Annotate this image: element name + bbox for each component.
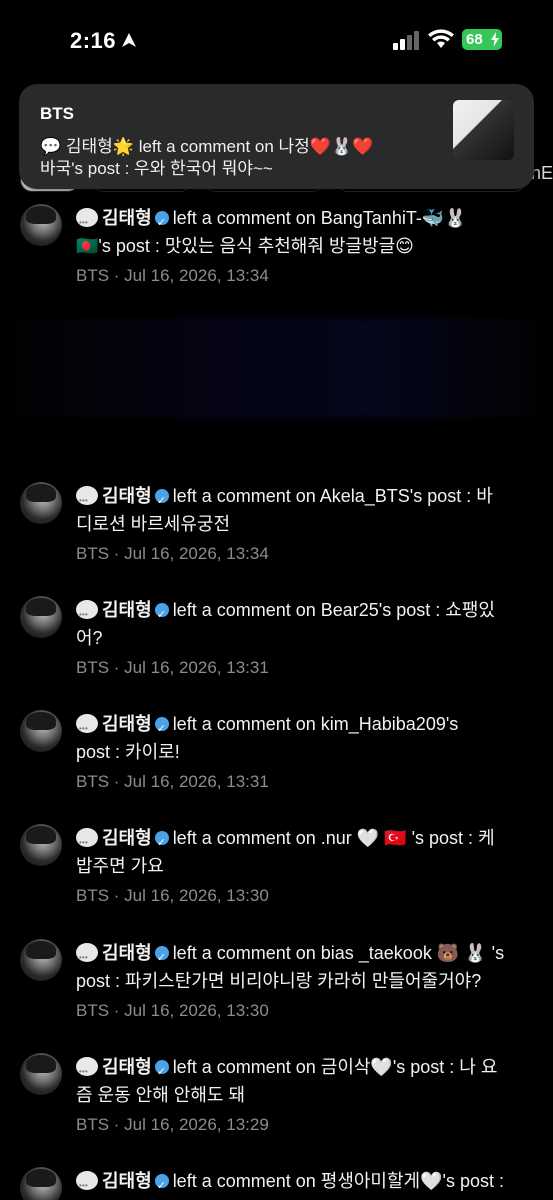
notification-text: 김태형 left a comment on bias _taekook 🐻 🐰 '… (76, 939, 536, 995)
verified-badge-icon (154, 487, 169, 515)
notification-text: 김태형 left a comment on Akela_BTS's post : … (76, 482, 536, 538)
avatar[interactable] (20, 482, 62, 524)
speech-bubble-icon (76, 714, 98, 743)
notification-message-cont: 디로션 바르세유궁전 (76, 514, 231, 534)
verified-badge-icon (154, 715, 169, 743)
status-bar: 2:16 68 (0, 0, 553, 80)
avatar[interactable] (20, 824, 62, 866)
avatar[interactable] (20, 1053, 62, 1095)
notification-text: 김태형 left a comment on 금이삭🤍's post : 나 요 즘… (76, 1053, 536, 1109)
notification-text: 김태형 left a comment on .nur 🤍 🇹🇷 's post :… (76, 824, 536, 880)
verified-badge-icon (154, 1058, 169, 1086)
notification-message: left a comment on Akela_BTS's post : 바 (172, 486, 493, 506)
notification-message-cont: 어? (76, 628, 103, 648)
avatar[interactable] (20, 939, 62, 981)
battery-indicator: 68 (462, 29, 502, 50)
speech-bubble-icon (76, 1057, 98, 1086)
notification-message: left a comment on BangTanhiT-🐳🐰 (172, 208, 467, 228)
notification-message-cont: 🇧🇩's post : 맛있는 음식 추천해줘 방글방글😊 (76, 236, 414, 256)
avatar[interactable] (20, 204, 62, 246)
notification-meta: BTS · Jul 16, 2026, 13:31 (76, 658, 269, 677)
status-time: 2:16 (70, 28, 117, 53)
speech-bubble-icon (76, 600, 98, 629)
speech-bubble-icon (76, 208, 98, 237)
battery-level: 68 (466, 31, 483, 48)
verified-badge-icon (154, 209, 169, 237)
speech-bubble-icon (76, 943, 98, 972)
username[interactable]: 김태형 (102, 1057, 152, 1077)
notification-text: 김태형 left a comment on Bear25's post : 쇼팽있… (76, 596, 536, 652)
speech-bubble-icon (76, 1171, 98, 1200)
notification-text: 김태형 left a comment on 평생아미할게🤍's post : (76, 1167, 536, 1200)
verified-badge-icon (154, 944, 169, 972)
notification-message-cont: post : 파키스탄가면 비리야니랑 카라히 만들어줄거야? (76, 971, 482, 991)
wifi-icon (428, 29, 454, 48)
avatar[interactable] (20, 1167, 62, 1200)
blurred-media (16, 318, 536, 418)
notification-message: left a comment on Bear25's post : 쇼팽있 (172, 600, 495, 620)
notification-message-cont: 밥주면 가요 (76, 856, 164, 876)
avatar[interactable] (20, 710, 62, 752)
verified-badge-icon (154, 829, 169, 857)
push-notification-banner[interactable]: BTS 💬 김태형🌟 left a comment on 나정❤️🐰❤️ 바국'… (19, 84, 534, 189)
filter-chip-label: nE (530, 163, 553, 183)
speech-bubble-icon (76, 828, 98, 857)
notification-meta: BTS · Jul 16, 2026, 13:34 (76, 544, 269, 563)
charging-bolt-icon (491, 32, 499, 47)
notification-text: 김태형 left a comment on BangTanhiT-🐳🐰 🇧🇩's … (76, 204, 536, 260)
notification-message-cont: 즘 운동 안해 안해도 돼 (76, 1085, 246, 1105)
notification-meta: BTS · Jul 16, 2026, 13:30 (76, 1001, 269, 1020)
username[interactable]: 김태형 (102, 828, 152, 848)
notification-message: left a comment on 평생아미할게🤍's post : (172, 1171, 504, 1191)
username[interactable]: 김태형 (102, 600, 152, 620)
notification-meta: BTS · Jul 16, 2026, 13:29 (76, 1115, 269, 1134)
verified-badge-icon (154, 1172, 169, 1200)
banner-message-line: 바국's post : 우와 한국어 뭐야~~ (40, 159, 273, 178)
username[interactable]: 김태형 (102, 486, 152, 506)
notification-message-cont: post : 카이로! (76, 742, 180, 762)
notification-message: left a comment on bias _taekook 🐻 🐰 's (172, 943, 505, 963)
verified-badge-icon (154, 601, 169, 629)
banner-thumbnail-image (453, 100, 514, 160)
username[interactable]: 김태형 (102, 714, 152, 734)
notification-meta: BTS · Jul 16, 2026, 13:34 (76, 266, 269, 285)
notification-message: left a comment on .nur 🤍 🇹🇷 's post : 케 (172, 828, 495, 848)
cellular-signal-icon (393, 31, 419, 50)
notification-message: left a comment on 금이삭🤍's post : 나 요 (172, 1057, 498, 1077)
banner-app-name: BTS (40, 104, 74, 123)
location-arrow-icon (122, 33, 136, 47)
username[interactable]: 김태형 (102, 943, 152, 963)
speech-bubble-icon (76, 486, 98, 515)
notification-meta: BTS · Jul 16, 2026, 13:30 (76, 886, 269, 905)
notification-meta: BTS · Jul 16, 2026, 13:31 (76, 772, 269, 791)
notification-message: left a comment on kim_Habiba209's (172, 714, 459, 734)
username[interactable]: 김태형 (102, 208, 152, 228)
username[interactable]: 김태형 (102, 1171, 152, 1191)
notification-text: 김태형 left a comment on kim_Habiba209's pos… (76, 710, 536, 766)
avatar[interactable] (20, 596, 62, 638)
